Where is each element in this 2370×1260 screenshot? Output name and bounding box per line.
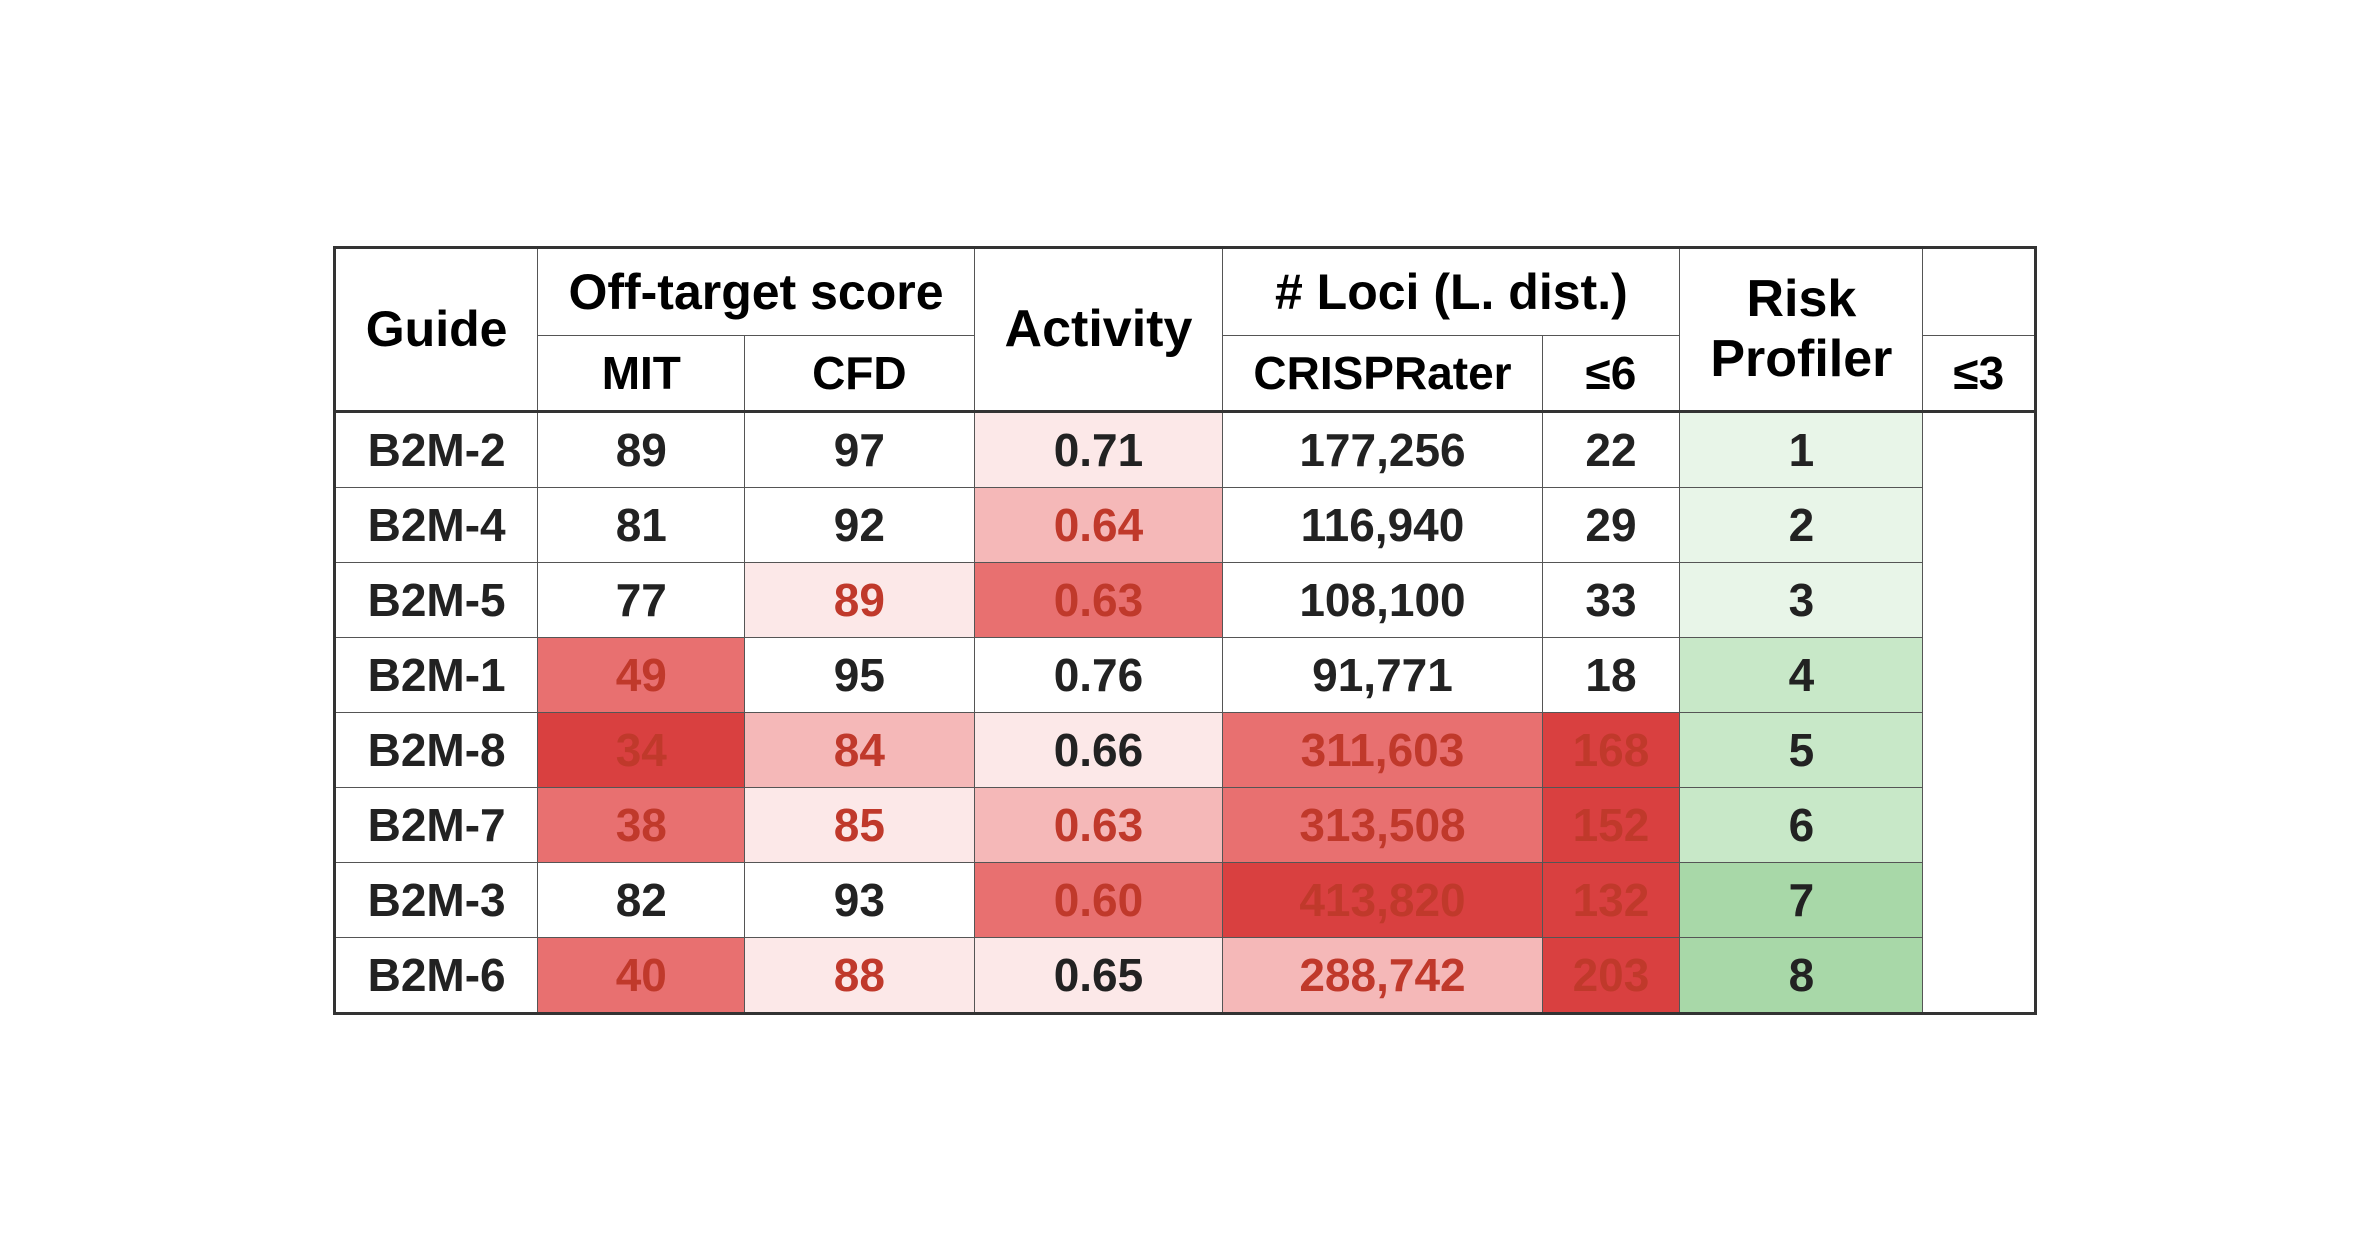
mit-cell: 49 [538,637,745,712]
loci6-cell: 413,820 [1223,862,1542,937]
loci3-cell: 168 [1542,712,1680,787]
table-row: B2M-738850.63313,5081526 [334,787,2035,862]
table-row: B2M-577890.63108,100333 [334,562,2035,637]
loci3-cell: 29 [1542,487,1680,562]
cfd-cell: 88 [745,937,974,1013]
mit-cell: 38 [538,787,745,862]
crisprater-cell: 0.63 [974,787,1223,862]
risk-cell: 3 [1680,562,1923,637]
off-target-group-header: Off-target score [538,247,974,335]
crisprater-cell: 0.65 [974,937,1223,1013]
risk-cell: 7 [1680,862,1923,937]
guide-cell: B2M-6 [334,937,538,1013]
guide-cell: B2M-3 [334,862,538,937]
table-row: B2M-834840.66311,6031685 [334,712,2035,787]
loci3-cell: 152 [1542,787,1680,862]
loci3-cell: 18 [1542,637,1680,712]
crisprater-cell: 0.76 [974,637,1223,712]
loci6-col-header: ≤6 [1542,335,1680,411]
mit-cell: 77 [538,562,745,637]
loci3-cell: 132 [1542,862,1680,937]
crisprater-col-header: CRISPRater [1223,335,1542,411]
guide-cell: B2M-1 [334,637,538,712]
risk-group-header: RiskProfiler [1680,247,1923,411]
guide-cell: B2M-5 [334,562,538,637]
guide-cell: B2M-7 [334,787,538,862]
risk-cell: 8 [1680,937,1923,1013]
loci3-col-header: ≤3 [1923,335,2036,411]
mit-cell: 89 [538,411,745,487]
table-row: B2M-640880.65288,7422038 [334,937,2035,1013]
cfd-col-header: CFD [745,335,974,411]
loci6-cell: 91,771 [1223,637,1542,712]
mit-col-header: MIT [538,335,745,411]
cfd-cell: 93 [745,862,974,937]
header-row-1: Guide Off-target score Activity # Loci (… [334,247,2035,335]
mit-cell: 34 [538,712,745,787]
cfd-cell: 84 [745,712,974,787]
table-row: B2M-149950.7691,771184 [334,637,2035,712]
guide-cell: B2M-4 [334,487,538,562]
cfd-cell: 95 [745,637,974,712]
main-table-wrapper: Guide Off-target score Activity # Loci (… [333,246,2037,1015]
risk-cell: 6 [1680,787,1923,862]
loci-group-header: # Loci (L. dist.) [1223,247,1680,335]
table-row: B2M-289970.71177,256221 [334,411,2035,487]
guide-col-header: Guide [334,247,538,411]
loci3-cell: 203 [1542,937,1680,1013]
risk-cell: 1 [1680,411,1923,487]
cfd-cell: 97 [745,411,974,487]
crisprater-cell: 0.64 [974,487,1223,562]
cfd-cell: 89 [745,562,974,637]
risk-cell: 5 [1680,712,1923,787]
table-row: B2M-481920.64116,940292 [334,487,2035,562]
crisprater-cell: 0.71 [974,411,1223,487]
table-body: B2M-289970.71177,256221B2M-481920.64116,… [334,411,2035,1013]
mit-cell: 82 [538,862,745,937]
guide-cell: B2M-2 [334,411,538,487]
cfd-cell: 92 [745,487,974,562]
activity-group-header: Activity [974,247,1223,411]
crisprater-cell: 0.60 [974,862,1223,937]
risk-cell: 4 [1680,637,1923,712]
data-table: Guide Off-target score Activity # Loci (… [333,246,2037,1015]
crisprater-cell: 0.66 [974,712,1223,787]
cfd-cell: 85 [745,787,974,862]
mit-cell: 81 [538,487,745,562]
loci6-cell: 313,508 [1223,787,1542,862]
risk-cell: 2 [1680,487,1923,562]
loci3-cell: 22 [1542,411,1680,487]
loci6-cell: 311,603 [1223,712,1542,787]
loci6-cell: 116,940 [1223,487,1542,562]
mit-cell: 40 [538,937,745,1013]
table-row: B2M-382930.60413,8201327 [334,862,2035,937]
guide-cell: B2M-8 [334,712,538,787]
loci6-cell: 108,100 [1223,562,1542,637]
loci6-cell: 288,742 [1223,937,1542,1013]
crisprater-cell: 0.63 [974,562,1223,637]
loci3-cell: 33 [1542,562,1680,637]
loci6-cell: 177,256 [1223,411,1542,487]
